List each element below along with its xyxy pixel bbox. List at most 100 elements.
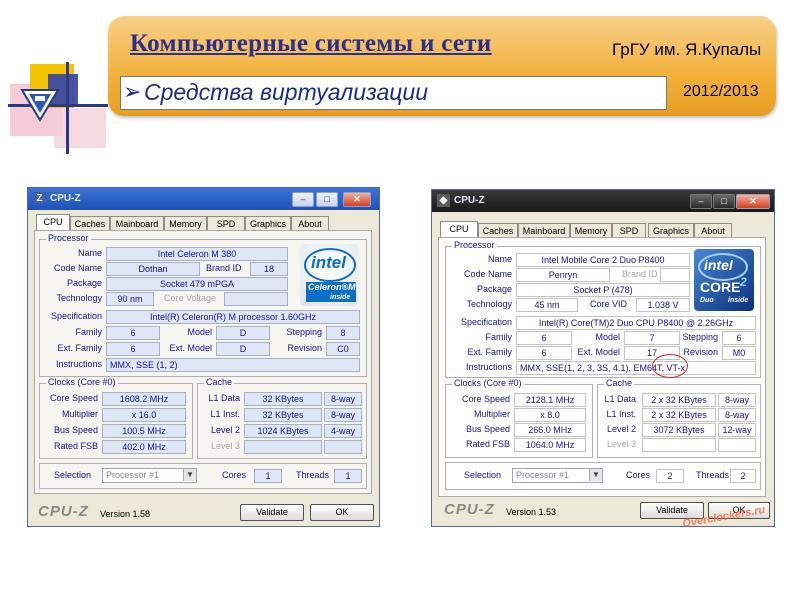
slide-title: Компьютерные системы и сети	[130, 30, 492, 57]
l1-inst-way: 8-way	[324, 408, 362, 422]
version-label: Version 1.58	[100, 509, 151, 519]
intel-logo-line2: Duo	[700, 297, 714, 304]
ext-family-label: Ext. Family	[467, 347, 512, 357]
technology-value: 90 nm	[106, 292, 154, 306]
code-name-value: Dothan	[106, 262, 200, 276]
chevron-down-icon[interactable]: ▼	[589, 469, 602, 481]
package-value: Socket 479 mPGA	[106, 277, 288, 291]
minimize-button[interactable]: –	[690, 194, 712, 209]
tab-caches[interactable]: Caches	[478, 223, 518, 238]
l1-data-value: 2 x 32 KBytes	[642, 393, 716, 407]
tab-cpu[interactable]: CPU	[440, 221, 478, 238]
level3-label: Level 3	[210, 441, 240, 451]
processor-select[interactable]: Processor #1 ▼	[102, 468, 197, 483]
core-voltage-value	[224, 292, 288, 306]
revision-value: M0	[722, 346, 756, 360]
processor-select[interactable]: Processor #1 ▼	[512, 468, 603, 483]
intel-logo-word: intel	[704, 257, 733, 273]
minimize-button[interactable]: –	[292, 192, 314, 207]
stepping-label: Stepping	[682, 332, 718, 342]
maximize-button[interactable]: □	[713, 194, 735, 209]
bullet-arrow-icon: ➢	[123, 79, 142, 104]
family-value: 6	[106, 326, 160, 340]
title-bar[interactable]: ◆ CPU-Z – □ ✕	[432, 190, 774, 212]
cores-label: Cores	[222, 470, 247, 480]
code-name-label: Code Name	[463, 269, 512, 279]
clocks-group: Clocks (Core #0) Core Speed 2128.1 MHz M…	[445, 378, 593, 458]
intel-logo-line1b: 2	[740, 275, 747, 289]
l1-inst-way: 8-way	[718, 408, 756, 422]
processor-group-title: Processor	[46, 233, 91, 243]
rated-fsb-label: Rated FSB	[53, 441, 98, 451]
decor-vertical-line	[66, 62, 69, 154]
tab-spd[interactable]: SPD	[207, 216, 245, 231]
cpu-tab-panel: Processor Name Intel Mobile Core 2 Duo P…	[438, 237, 766, 497]
model-label: Model	[595, 332, 620, 342]
ext-model-label: Ext. Model	[169, 343, 212, 353]
intel-logo-line1: CORE	[700, 279, 741, 295]
technology-label: Technology	[466, 299, 512, 309]
processor-group: Processor Name Intel Mobile Core 2 Duo P…	[445, 240, 761, 378]
validate-button[interactable]: Validate	[240, 504, 304, 521]
revision-label: Revision	[683, 347, 718, 357]
tab-memory[interactable]: Memory	[164, 216, 207, 231]
tab-cpu[interactable]: CPU	[36, 214, 70, 231]
ok-button[interactable]: OK	[310, 504, 374, 521]
multiplier-label: Multiplier	[473, 409, 510, 419]
core-vid-label: Core VID	[590, 299, 628, 309]
level2-way: 4-way	[324, 424, 362, 438]
instructions-value: MMX, SSE (1, 2)	[106, 358, 360, 372]
title-bar[interactable]: Z CPU-Z – □ ✕	[28, 188, 379, 210]
cache-group-title: Cache	[604, 378, 635, 388]
ext-model-value: D	[216, 342, 270, 356]
tab-graphics[interactable]: Graphics	[648, 223, 694, 238]
tab-memory[interactable]: Memory	[570, 223, 612, 238]
threads-label: Threads	[296, 470, 330, 480]
intel-logo-line3: inside	[728, 297, 749, 304]
maximize-button[interactable]: □	[316, 192, 338, 207]
brand-id-value: 18	[250, 262, 288, 276]
tab-caches[interactable]: Caches	[70, 216, 110, 231]
vtx-highlight-circle	[652, 354, 688, 378]
tab-mainboard[interactable]: Mainboard	[110, 216, 164, 231]
l1-data-label: L1 Data	[604, 394, 636, 404]
clocks-group-title: Clocks (Core #0)	[46, 377, 118, 387]
close-button[interactable]: ✕	[343, 192, 371, 207]
l1-data-way: 8-way	[324, 392, 362, 406]
cache-group: Cache L1 Data 2 x 32 KBytes 8-way L1 Ins…	[597, 378, 761, 458]
core-speed-value: 2128.1 MHz	[514, 393, 586, 407]
tab-about[interactable]: About	[694, 223, 732, 238]
model-label: Model	[187, 327, 212, 337]
ext-model-label: Ext. Model	[577, 347, 620, 357]
close-button[interactable]: ✕	[736, 194, 770, 209]
cache-group-title: Cache	[204, 377, 235, 387]
tab-spd[interactable]: SPD	[612, 223, 646, 238]
specification-value: Intel(R) Celeron(R) M processor 1.60GHz	[106, 310, 360, 324]
l1-inst-label: L1 Inst.	[210, 409, 240, 419]
technology-label: Technology	[56, 293, 102, 303]
tab-about[interactable]: About	[291, 216, 329, 231]
clocks-group-title: Clocks (Core #0)	[452, 378, 524, 388]
tab-mainboard[interactable]: Mainboard	[518, 223, 570, 238]
name-value: Intel Celeron M 380	[106, 247, 288, 261]
model-value: D	[216, 326, 270, 340]
multiplier-value: x 8.0	[514, 408, 586, 422]
level3-way	[718, 438, 756, 452]
decor-pink-square-2	[54, 108, 106, 148]
cores-value: 2	[656, 469, 684, 483]
tab-graphics[interactable]: Graphics	[245, 216, 291, 231]
cache-group: Cache L1 Data 32 KBytes 8-way L1 Inst. 3…	[197, 377, 367, 459]
processor-group-title: Processor	[452, 240, 497, 250]
stepping-label: Stepping	[286, 327, 322, 337]
university-emblem-icon	[20, 89, 60, 122]
package-label: Package	[66, 278, 102, 288]
bus-speed-value: 266.0 MHz	[514, 423, 586, 437]
processor-select-value: Processor #1	[516, 470, 570, 480]
multiplier-value: x 16.0	[102, 408, 186, 422]
chevron-down-icon[interactable]: ▼	[183, 469, 196, 481]
window-title: CPU-Z	[454, 195, 485, 206]
instructions-label: Instructions	[55, 359, 102, 369]
rated-fsb-value: 402.0 MHz	[102, 440, 186, 454]
university-name: ГрГУ им. Я.Купалы	[612, 40, 762, 59]
level2-value: 3072 KBytes	[642, 423, 716, 437]
